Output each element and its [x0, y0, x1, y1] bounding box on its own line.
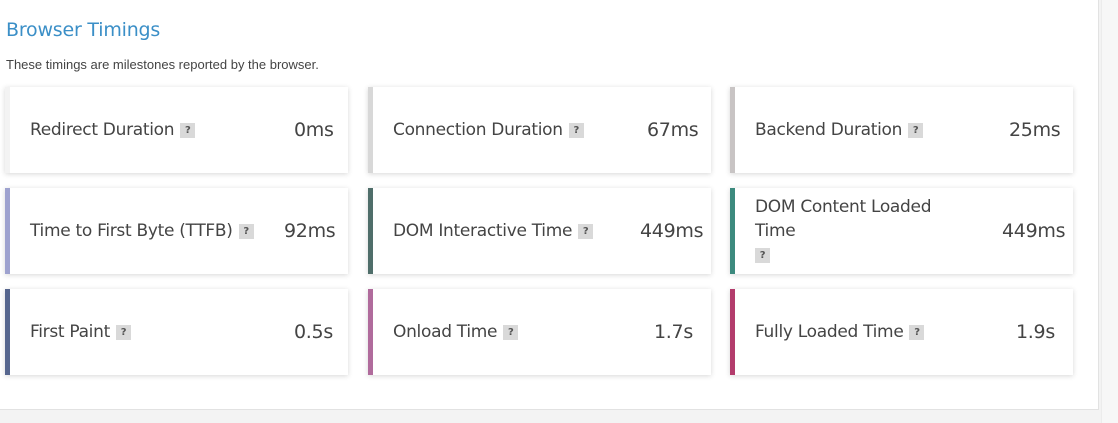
timing-card-first-paint: First Paint? 0.5s: [5, 289, 348, 375]
help-icon[interactable]: ?: [909, 325, 925, 340]
timing-value: 0ms: [294, 119, 334, 141]
section-description: These timings are milestones reported by…: [6, 57, 319, 72]
timing-card-dom-content-loaded-time: DOM Content Loaded Time? 449ms: [730, 188, 1073, 274]
timing-value: 25ms: [1009, 119, 1061, 141]
timing-value: 1.9s: [1016, 321, 1055, 343]
timing-label: Redirect Duration?: [30, 118, 196, 142]
timing-card-onload-time: Onload Time? 1.7s: [368, 289, 711, 375]
timing-label: Backend Duration?: [755, 118, 924, 142]
help-icon[interactable]: ?: [755, 248, 770, 263]
timing-label: First Paint?: [30, 320, 131, 344]
section-title: Browser Timings: [6, 19, 161, 41]
timing-card-ttfb: Time to First Byte (TTFB)? 92ms: [5, 188, 348, 274]
timing-value: 92ms: [284, 220, 336, 242]
timing-value: 67ms: [647, 119, 699, 141]
timing-value: 449ms: [640, 220, 704, 242]
timing-card-connection-duration: Connection Duration? 67ms: [368, 87, 711, 173]
help-icon[interactable]: ?: [503, 325, 519, 340]
help-icon[interactable]: ?: [578, 224, 594, 239]
browser-timings-panel: Browser Timings These timings are milest…: [0, 0, 1099, 410]
timing-card-dom-interactive-time: DOM Interactive Time? 449ms: [368, 188, 711, 274]
timing-label: Connection Duration?: [393, 118, 584, 142]
timing-card-backend-duration: Backend Duration? 25ms: [730, 87, 1073, 173]
timing-value: 0.5s: [294, 321, 333, 343]
help-icon[interactable]: ?: [568, 123, 584, 138]
timing-value: 1.7s: [654, 321, 693, 343]
vertical-scrollbar[interactable]: [1101, 0, 1118, 423]
timing-card-fully-loaded-time: Fully Loaded Time? 1.9s: [730, 289, 1073, 375]
timing-label: Time to First Byte (TTFB)?: [30, 219, 254, 243]
timing-label: Onload Time?: [393, 320, 519, 344]
timing-label: DOM Interactive Time?: [393, 219, 594, 243]
timing-card-redirect-duration: Redirect Duration? 0ms: [5, 87, 348, 173]
help-icon[interactable]: ?: [908, 123, 924, 138]
timing-label: DOM Content Loaded Time?: [755, 197, 932, 263]
help-icon[interactable]: ?: [180, 123, 196, 138]
help-icon[interactable]: ?: [115, 325, 131, 340]
timing-value: 449ms: [1002, 220, 1066, 242]
help-icon[interactable]: ?: [238, 224, 254, 239]
timing-label: Fully Loaded Time?: [755, 320, 925, 344]
